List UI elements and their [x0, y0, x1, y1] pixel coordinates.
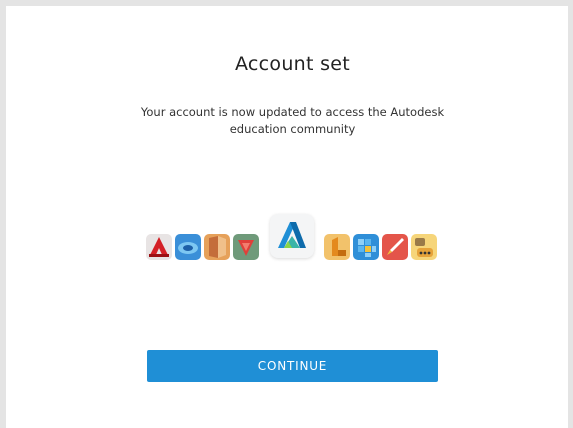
- more-apps-icon: [411, 234, 437, 260]
- sketchbook-icon: [382, 234, 408, 260]
- navisworks-icon: [353, 234, 379, 260]
- alias-icon: [175, 234, 201, 260]
- account-set-page: Account set Your account is now updated …: [0, 0, 573, 428]
- inventor-icon: [324, 234, 350, 260]
- product-icons-row: [146, 214, 438, 264]
- confirmation-message: Your account is now updated to access th…: [140, 105, 445, 136]
- fusion-icon: [233, 234, 259, 260]
- page-title: Account set: [234, 53, 351, 75]
- continue-button[interactable]: CONTINUE: [147, 350, 438, 382]
- autocad-icon: [146, 234, 172, 260]
- autodesk-logo-icon: [270, 214, 314, 258]
- revit-icon: [204, 234, 230, 260]
